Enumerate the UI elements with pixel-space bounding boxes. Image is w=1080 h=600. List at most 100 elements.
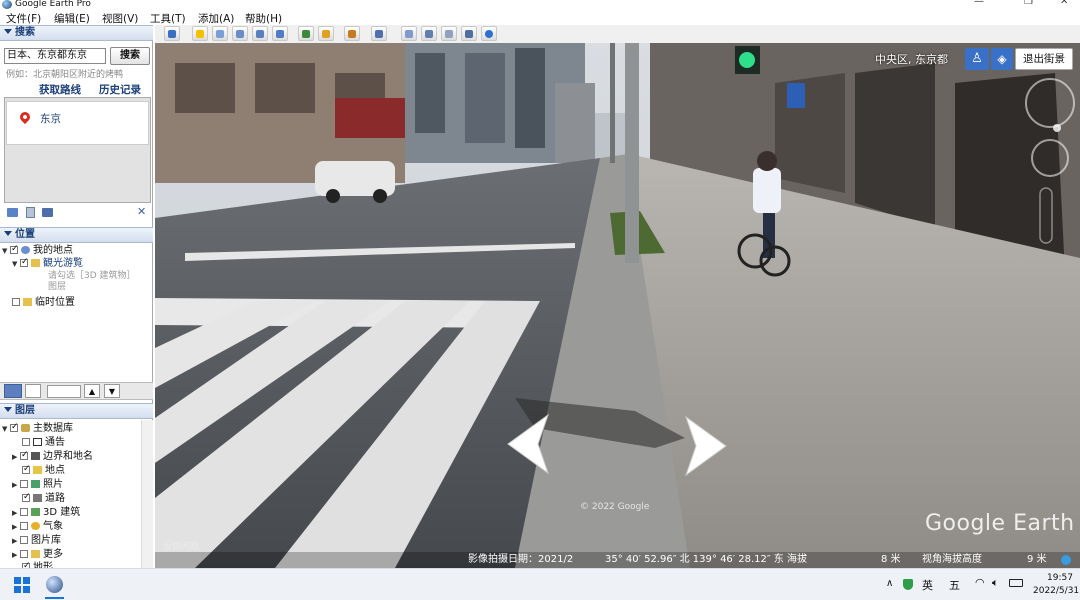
copy-icon[interactable] [26, 207, 35, 218]
nav-arrow-left-icon[interactable] [500, 413, 552, 475]
sunlight-button[interactable] [318, 26, 334, 41]
menu-add[interactable]: 添加(A) [198, 11, 234, 26]
layer-primary-database[interactable]: ▼主数据库 [2, 421, 73, 435]
polygon-button[interactable] [212, 26, 228, 41]
directions-link[interactable]: 获取路线 [39, 82, 81, 97]
toolbar [155, 25, 1080, 43]
overlay-button[interactable] [252, 26, 268, 41]
exit-streetview-button[interactable]: 退出街景 [1015, 48, 1073, 70]
menu-file[interactable]: 文件(F) [6, 11, 41, 26]
checkbox[interactable] [22, 463, 31, 476]
move-up-icon[interactable]: ▲ [84, 384, 100, 398]
restore-icon[interactable]: ❐ [1024, 0, 1033, 7]
feedback-link[interactable]: 反馈问题 [163, 539, 199, 552]
save-image-button[interactable] [441, 26, 457, 41]
menu-tools[interactable]: 工具(T) [150, 11, 186, 26]
search-result-item[interactable]: 东京 [6, 101, 149, 145]
search-input[interactable]: 日本、东京都东京 [4, 48, 106, 64]
layer-notices[interactable]: 通告 [22, 436, 65, 449]
person-icon[interactable]: ♙ [965, 48, 989, 70]
search-button[interactable]: 搜索 [110, 47, 150, 65]
checkbox[interactable] [20, 550, 28, 558]
search-results: 东京 [4, 97, 151, 203]
move-down-icon[interactable]: ▼ [104, 384, 120, 398]
close-icon[interactable]: ✕ [1060, 0, 1068, 7]
layer-more[interactable]: ▶ 更多 [12, 548, 63, 561]
tray-expand-icon[interactable]: ∧ [886, 578, 893, 589]
checkbox[interactable] [20, 536, 28, 544]
ruler-button[interactable] [371, 26, 387, 41]
layer-3d-buildings[interactable]: ▶ 3D 建筑 [12, 506, 80, 519]
print-button[interactable] [421, 26, 437, 41]
tour-note-layers: 图层 [48, 282, 67, 292]
cube-icon[interactable]: ◈ [991, 48, 1013, 70]
places-panel-header[interactable]: 位置 [0, 227, 153, 243]
database-icon [21, 424, 30, 432]
map-pin-icon [17, 109, 33, 125]
checkbox[interactable] [22, 491, 31, 504]
google-earth-taskbar-icon[interactable] [46, 576, 63, 593]
clock-date[interactable]: 2022/5/31 [1033, 586, 1079, 596]
status-bar: 影像拍摄日期：2021/2 35° 40′ 52.96″ 北 139° 46′ … [155, 552, 1080, 568]
places-search-field[interactable] [47, 385, 81, 398]
layer-terrain[interactable]: 地形 [22, 560, 53, 568]
search-panel-header[interactable]: 搜索 [0, 25, 153, 41]
panel-icon[interactable] [25, 384, 41, 398]
checkbox[interactable] [22, 438, 30, 446]
layer-roads[interactable]: 道路 [22, 491, 65, 505]
maps-button[interactable] [481, 26, 497, 41]
checkbox[interactable] [10, 421, 19, 434]
windows-start-icon[interactable] [14, 577, 30, 593]
tree-item-tour[interactable]: ▼観光游覧 [12, 256, 83, 270]
historical-imagery-button[interactable] [298, 26, 314, 41]
layer-borders[interactable]: ▶边界和地名 [12, 449, 93, 463]
sidebar: 搜索 日本、东京都东京 搜索 例如：北京朝阳区附近的烤鸭 获取路线 历史记录 东… [0, 25, 153, 568]
planet-button[interactable] [344, 26, 360, 41]
battery-icon[interactable] [1009, 579, 1023, 587]
clock-time[interactable]: 19:57 [1047, 573, 1073, 583]
print-icon[interactable] [42, 208, 53, 217]
folder-icon [31, 550, 40, 558]
layers-tree: ▼主数据库 通告 ▶边界和地名 地点 ▶照片 道路 ▶3D 建筑 ▶气象 ▶图片… [0, 420, 153, 568]
layer-photos[interactable]: ▶ 照片 [12, 478, 63, 491]
road-icon [33, 494, 42, 502]
folder-icon [23, 298, 32, 306]
shield-icon[interactable] [903, 579, 913, 590]
history-link[interactable]: 历史记录 [99, 82, 141, 97]
checkbox[interactable] [20, 480, 28, 488]
menu-view[interactable]: 视图(V) [102, 11, 138, 26]
ime-mode[interactable]: 五 [949, 577, 960, 593]
layer-gallery[interactable]: ▶ 图片库 [12, 534, 61, 547]
tree-item-my-places[interactable]: ▼我的地点 [2, 243, 73, 257]
close-icon[interactable]: ✕ [137, 205, 146, 218]
sidebar-toggle-button[interactable] [164, 26, 180, 41]
menu-help[interactable]: 帮助(H) [245, 11, 282, 26]
layer-weather[interactable]: ▶ 气象 [12, 520, 63, 533]
checkbox[interactable] [20, 449, 29, 462]
street-view[interactable]: 中央区, 东京都 ♙ ◈ 退出街景 © 2022 Google Google E… [155, 43, 1080, 568]
save-image-button-2[interactable] [461, 26, 477, 41]
folder-icon[interactable] [7, 208, 18, 217]
email-button[interactable] [401, 26, 417, 41]
checkbox[interactable] [20, 522, 28, 530]
ime-lang[interactable]: 英 [922, 577, 933, 593]
layers-panel-header[interactable]: 图层 [0, 403, 153, 419]
checkbox[interactable] [20, 508, 28, 516]
tree-item-temp-places[interactable]: 临时位置 [12, 296, 75, 309]
minimize-icon[interactable]: — [974, 0, 984, 7]
placemark-button[interactable] [192, 26, 208, 41]
checkbox[interactable] [20, 256, 29, 269]
menu-edit[interactable]: 编辑(E) [54, 11, 90, 26]
path-button[interactable] [232, 26, 248, 41]
layers-scrollbar[interactable] [141, 420, 153, 568]
layer-places[interactable]: 地点 [22, 463, 65, 477]
checkbox[interactable] [12, 298, 20, 306]
menu-bar: 文件(F) 编辑(E) 视图(V) 工具(T) 添加(A) 帮助(H) [0, 10, 1080, 25]
capture-date: 影像拍摄日期：2021/2 [468, 554, 574, 565]
tour-button[interactable] [272, 26, 288, 41]
checkbox[interactable] [10, 243, 19, 256]
search-places-icon[interactable] [4, 384, 22, 398]
wifi-icon[interactable]: ◠ [975, 576, 985, 589]
nav-arrow-right-icon[interactable] [682, 415, 734, 477]
volume-icon[interactable]: 🔈︎ [992, 576, 999, 590]
